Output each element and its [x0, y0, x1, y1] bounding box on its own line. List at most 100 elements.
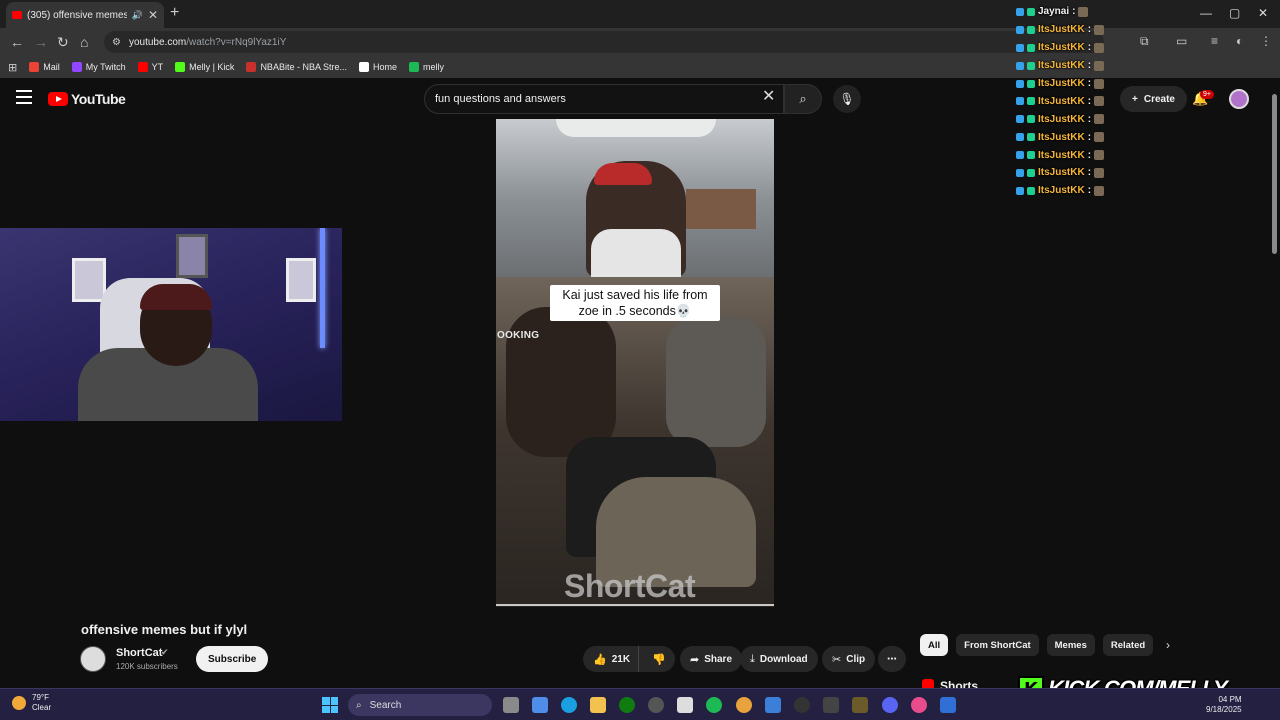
video-watermark: ShortCat [564, 568, 696, 604]
new-tab-icon[interactable]: + [170, 4, 179, 22]
chat-username[interactable]: Jaynai [1038, 6, 1069, 17]
emote-icon [1094, 24, 1105, 35]
chat-message: ItsJustKK: [1016, 182, 1146, 200]
apps-grid-icon[interactable]: ⊞ [8, 61, 17, 74]
windows-start-icon[interactable] [322, 697, 338, 713]
photos-icon[interactable] [765, 697, 781, 713]
speaker-icon[interactable]: 🔊 [132, 10, 143, 21]
media-icon[interactable]: ≡ [1211, 34, 1218, 48]
clip-button[interactable]: ✂ Clip [822, 646, 876, 672]
more-actions-button[interactable]: ⋯ [878, 646, 906, 672]
chrome-icon[interactable] [736, 697, 752, 713]
site-info-icon[interactable]: ⚙ [112, 37, 121, 48]
bookmark-yt[interactable]: YT [137, 62, 163, 72]
chevron-right-icon[interactable]: › [1166, 638, 1170, 652]
more-horizontal-icon: ⋯ [887, 653, 897, 665]
chat-username[interactable]: ItsJustKK [1038, 78, 1085, 89]
maximize-icon[interactable]: ▢ [1229, 6, 1240, 20]
bookmark-label: Home [372, 62, 397, 72]
discord-icon[interactable] [882, 697, 898, 713]
store-icon[interactable] [677, 697, 693, 713]
hamburger-menu-icon[interactable] [16, 90, 32, 104]
profile-icon[interactable]: ◐ [1236, 34, 1243, 48]
bookmark-my-twitch[interactable]: My Twitch [71, 62, 126, 72]
emote-icon [1094, 167, 1105, 178]
chip-related[interactable]: Related [1102, 634, 1154, 656]
video-player[interactable] [496, 119, 774, 607]
download-button[interactable]: ⤓ Download [740, 646, 818, 672]
scrollbar-thumb[interactable] [1272, 94, 1277, 254]
chip-all[interactable]: All [920, 634, 949, 656]
chat-username[interactable]: ItsJustKK [1038, 96, 1085, 107]
url-field[interactable]: ⚙ youtube.com/watch?v=rNq9lYaz1iY [104, 31, 1104, 53]
app-icon[interactable] [852, 697, 868, 713]
chip-from-shortcat[interactable]: From ShortCat [956, 634, 1039, 656]
search-input[interactable]: fun questions and answers [424, 84, 784, 114]
file-explorer-icon[interactable] [590, 697, 606, 713]
back-icon[interactable]: ← [10, 34, 24, 50]
clear-search-icon[interactable]: ✕ [762, 89, 775, 105]
share-button[interactable]: ➦ Share [680, 646, 743, 672]
chat-username[interactable]: ItsJustKK [1038, 60, 1085, 71]
weather-widget[interactable]: 79°F Clear [12, 693, 51, 713]
channel-name[interactable]: ShortCat [116, 647, 162, 659]
search-query: fun questions and answers [435, 93, 566, 105]
chat-badge-icon [1027, 61, 1035, 70]
minimize-icon[interactable]: — [1200, 6, 1212, 20]
copilot-icon[interactable] [532, 697, 548, 713]
xbox-icon[interactable] [619, 697, 635, 713]
chip-memes[interactable]: Memes [1046, 634, 1095, 656]
clip-label: Clip [846, 653, 866, 665]
cast-icon[interactable]: ▭ [1176, 34, 1187, 48]
subscribe-button[interactable]: Subscribe [196, 646, 269, 672]
chat-username[interactable]: ItsJustKK [1038, 185, 1085, 196]
bookmark-home[interactable]: Home [358, 62, 397, 72]
video-overlay-text: OOKING [497, 330, 540, 341]
spotify-taskbar-icon[interactable] [706, 697, 722, 713]
media-player-icon[interactable] [794, 697, 810, 713]
close-window-icon[interactable]: ✕ [1258, 6, 1268, 20]
emote-icon [1094, 42, 1105, 53]
nba-icon [246, 62, 257, 72]
bookmark-mail[interactable]: Mail [29, 62, 60, 72]
account-avatar[interactable] [1229, 89, 1249, 109]
windows-taskbar: 79°F Clear ⌕ Search 04 PM 9/18/2025 [0, 688, 1280, 720]
bookmark-melly-kick[interactable]: Melly | Kick [175, 62, 234, 72]
like-button[interactable]: 👍 21K [583, 646, 640, 672]
obs-icon[interactable] [648, 697, 664, 713]
browser-menu-icon[interactable]: ⋮ [1260, 34, 1272, 48]
temperature: 79°F [32, 693, 49, 702]
download-label: Download [759, 653, 808, 665]
reload-icon[interactable]: ↻ [57, 34, 69, 51]
dislike-button[interactable]: 👎 [644, 653, 674, 666]
task-view-icon[interactable] [503, 697, 519, 713]
channel-avatar[interactable] [80, 646, 106, 672]
chat-username[interactable]: ItsJustKK [1038, 42, 1085, 53]
home-icon[interactable]: ⌂ [80, 34, 88, 50]
bookmark-melly[interactable]: melly [408, 62, 444, 72]
chat-message: ItsJustKK: [1016, 75, 1146, 93]
chat-username[interactable]: ItsJustKK [1038, 132, 1085, 143]
chat-username[interactable]: ItsJustKK [1038, 24, 1085, 35]
app-icon[interactable] [911, 697, 927, 713]
page-scrollbar[interactable] [1270, 80, 1280, 690]
search-button[interactable]: ⌕ [784, 84, 822, 114]
search-icon: ⌕ [356, 699, 362, 711]
browser-tab-youtube[interactable]: (305) offensive memes but 🔊 ✕ [6, 2, 164, 28]
edge-icon[interactable] [561, 697, 577, 713]
close-tab-icon[interactable]: ✕ [148, 8, 158, 22]
system-clock[interactable]: 04 PM 9/18/2025 [1206, 695, 1242, 715]
app-icon[interactable] [940, 697, 956, 713]
bookmark-nbabite[interactable]: NBABite - NBA Stre... [246, 62, 347, 72]
video-progress-bar[interactable] [496, 604, 774, 606]
chat-username[interactable]: ItsJustKK [1038, 167, 1085, 178]
app-icon[interactable] [823, 697, 839, 713]
voice-search-button[interactable]: 🎙 [833, 85, 861, 113]
taskbar-search[interactable]: ⌕ Search [348, 694, 492, 716]
youtube-logo[interactable]: YouTube [48, 91, 126, 107]
chat-badge-icon [1016, 115, 1024, 124]
chat-message: ItsJustKK: [1016, 57, 1146, 75]
chat-username[interactable]: ItsJustKK [1038, 114, 1085, 125]
forward-icon[interactable]: → [34, 34, 48, 50]
chat-username[interactable]: ItsJustKK [1038, 150, 1085, 161]
